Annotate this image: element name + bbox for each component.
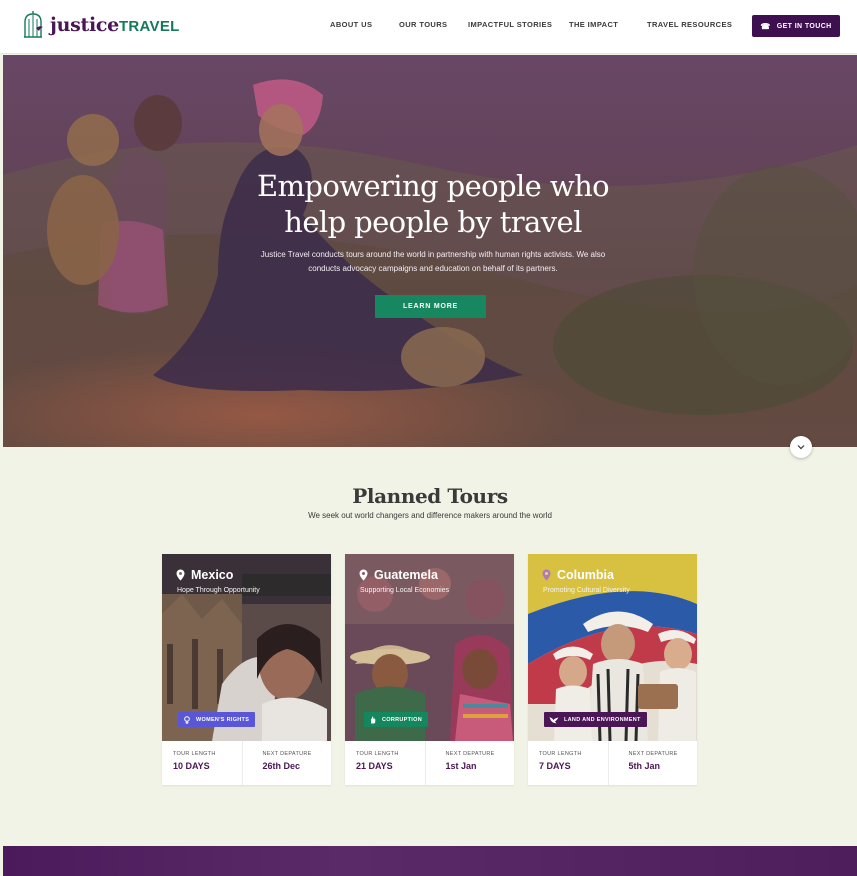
section-title: Planned Tours [352, 484, 508, 508]
next-departure: NEXT DEPATURE 26th Dec [241, 741, 332, 785]
hero-banner: Empowering people who help people by tra… [3, 55, 857, 447]
venus-symbol-icon [184, 715, 190, 724]
tour-country: Columbia [557, 568, 614, 582]
hero-title: Empowering people who help people by tra… [3, 168, 857, 240]
tour-tagline: Supporting Local Economies [360, 587, 450, 594]
next-departure: NEXT DEPATURE 1st Jan [424, 741, 515, 785]
hero-subtitle: Justice Travel conducts tours around the… [228, 248, 638, 276]
tour-length-label: TOUR LENGTH [356, 751, 399, 757]
nav-the-impact[interactable]: THE IMPACT [569, 20, 618, 29]
hero-title-line2: help people by travel [284, 205, 582, 239]
next-departure-label: NEXT DEPATURE [445, 751, 495, 757]
location-pin-icon [359, 569, 368, 581]
tour-card-mexico[interactable]: Mexico Hope Through Opportunity WOMEN'S … [162, 554, 331, 785]
next-departure-label: NEXT DEPATURE [628, 751, 678, 757]
phone-icon: ☎ [760, 21, 771, 31]
tour-card-columbia[interactable]: Columbia Promoting Cultural Diversity LA… [528, 554, 697, 785]
tour-stats: TOUR LENGTH 7 DAYS NEXT DEPATURE 5th Jan [528, 741, 697, 785]
tour-title: Columbia [542, 568, 614, 582]
category-badge-label: WOMEN'S RIGHTS [196, 716, 250, 723]
birdcage-icon [24, 11, 43, 38]
tour-title: Mexico [176, 568, 233, 582]
nav-travel-resources[interactable]: TRAVEL RESOURCES [647, 20, 732, 29]
tour-length: TOUR LENGTH 7 DAYS [528, 741, 608, 785]
hero-subtitle-line1: Justice Travel conducts tours around the… [260, 250, 606, 259]
scroll-down-button[interactable] [790, 436, 812, 458]
hero-title-line1: Empowering people who [256, 169, 610, 203]
logo[interactable]: justiceTRAVEL [22, 10, 180, 40]
location-pin-icon [542, 569, 551, 581]
chevron-down-icon [797, 445, 805, 450]
tour-country: Mexico [191, 568, 234, 582]
get-in-touch-label: GET IN TOUCH [776, 22, 832, 30]
tour-length-value: 10 DAYS [173, 761, 210, 771]
tour-length-label: TOUR LENGTH [173, 751, 216, 757]
get-in-touch-button[interactable]: ☎ GET IN TOUCH [752, 15, 840, 37]
hero-subtitle-line2: conducts advocacy campaigns and educatio… [308, 264, 558, 273]
category-badge-label: LAND AND ENVIRONMENT [564, 716, 641, 723]
logo-main-text: justice [50, 14, 119, 36]
tour-card-guatemela[interactable]: Guatemela Supporting Local Economies COR… [345, 554, 514, 785]
dove-icon [549, 716, 559, 723]
nav-about-us[interactable]: ABOUT US [330, 20, 372, 29]
location-pin-icon [176, 569, 185, 581]
tour-title: Guatemela [359, 568, 438, 582]
next-departure-value: 1st Jan [445, 761, 477, 771]
category-badge-label: CORRUPTION [382, 716, 422, 723]
tour-length-value: 7 DAYS [539, 761, 571, 771]
nav-impactful-stories[interactable]: IMPACTFUL STORIES [468, 20, 552, 29]
hand-icon [371, 716, 376, 723]
section-subtitle: We seek out world changers and differenc… [308, 511, 552, 520]
tour-tagline: Hope Through Opportunity [177, 587, 260, 594]
tour-length: TOUR LENGTH 21 DAYS [345, 741, 425, 785]
next-departure-value: 26th Dec [262, 761, 301, 771]
next-departure-label: NEXT DEPATURE [262, 751, 312, 757]
category-badge[interactable]: LAND AND ENVIRONMENT [544, 712, 647, 727]
next-departure: NEXT DEPATURE 5th Jan [607, 741, 698, 785]
tour-stats: TOUR LENGTH 10 DAYS NEXT DEPATURE 26th D… [162, 741, 331, 785]
site-header: justiceTRAVEL ABOUT US OUR TOURS IMPACTF… [0, 0, 857, 54]
tour-length: TOUR LENGTH 10 DAYS [162, 741, 242, 785]
category-badge[interactable]: WOMEN'S RIGHTS [178, 712, 256, 727]
tour-length-value: 21 DAYS [356, 761, 393, 771]
tour-country: Guatemela [374, 568, 438, 582]
tour-length-label: TOUR LENGTH [539, 751, 582, 757]
nav-our-tours[interactable]: OUR TOURS [399, 20, 447, 29]
logo-secondary-text: TRAVEL [118, 18, 180, 35]
learn-more-button[interactable]: LEARN MORE [375, 295, 486, 318]
category-badge[interactable]: CORRUPTION [364, 712, 428, 727]
next-section-band [3, 846, 857, 876]
logo-text: justiceTRAVEL [50, 14, 180, 36]
next-departure-value: 5th Jan [628, 761, 661, 771]
tour-stats: TOUR LENGTH 21 DAYS NEXT DEPATURE 1st Ja… [345, 741, 514, 785]
tour-tagline: Promoting Cultural Diversity [543, 587, 630, 594]
